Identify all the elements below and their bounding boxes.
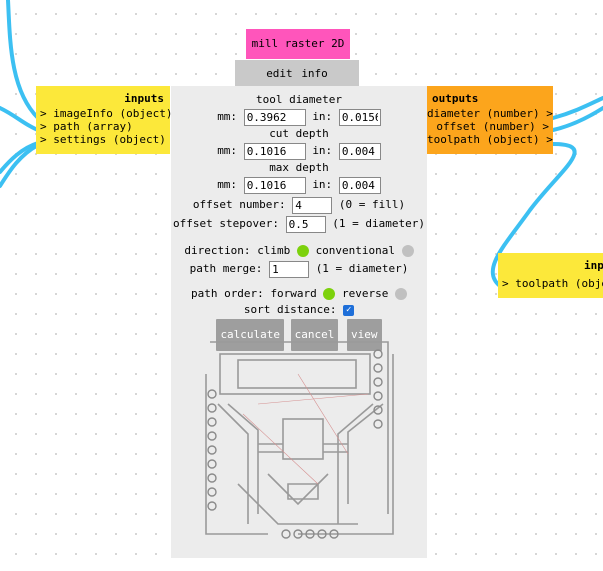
preview-trace — [210, 341, 389, 514]
input-port-settings[interactable]: > settings (object) — [36, 133, 170, 146]
offset-stepover-label: offset stepover: — [173, 217, 279, 230]
preview-trace — [287, 483, 319, 500]
direction-climb-label: climb — [257, 244, 291, 257]
tool-diameter-in-label: in: — [312, 110, 333, 123]
preview-trace — [227, 403, 259, 514]
cut-depth-mm-label: mm: — [217, 144, 238, 157]
sort-distance-label: sort distance: — [243, 303, 337, 316]
preview-trace — [237, 359, 357, 389]
preview-trace — [217, 403, 249, 524]
path-merge-label: path merge: — [189, 262, 263, 275]
offset-stepover-input[interactable] — [285, 215, 326, 233]
cut-depth-in-label: in: — [312, 144, 333, 157]
offset-stepover-hint: (1 = diameter) — [332, 217, 425, 230]
next-module-inputs-box: inp > toolpath (obje — [498, 253, 603, 298]
tool-diameter-mm-input[interactable] — [243, 108, 306, 126]
cut-depth-in-input[interactable] — [338, 142, 381, 160]
climb-radio-icon[interactable] — [296, 245, 309, 257]
outputs-box: outputs diameter (number) > offset (numb… — [427, 86, 553, 154]
output-port-toolpath[interactable]: toolpath (object) > — [427, 133, 553, 146]
inputs-header: inputs — [124, 92, 164, 105]
info-menu-item[interactable]: info — [301, 67, 328, 80]
module-menu: edit info collapse — [235, 60, 359, 107]
offset-number-label: offset number: — [192, 198, 286, 211]
output-port-offset[interactable]: offset (number) > — [427, 120, 553, 133]
tool-diameter-mm-label: mm: — [217, 110, 238, 123]
preview-trace — [347, 403, 384, 504]
preview-chip — [282, 418, 324, 460]
path-merge-hint: (1 = diameter) — [315, 262, 409, 275]
input-port-imageinfo[interactable]: > imageInfo (object) — [36, 107, 172, 120]
path-order-forward-label: forward — [270, 287, 317, 300]
module-title[interactable]: mill raster 2D — [246, 29, 350, 59]
max-depth-in-input[interactable] — [338, 176, 381, 194]
tool-diameter-label: tool diameter — [255, 93, 343, 106]
cut-depth-mm-input[interactable] — [243, 142, 306, 160]
next-module-inputs-header: inp — [584, 259, 603, 272]
conventional-radio-icon[interactable] — [401, 245, 414, 257]
path-order-reverse-label: reverse — [342, 287, 389, 300]
max-depth-mm-input[interactable] — [243, 176, 306, 194]
direction-conventional-label: conventional — [315, 244, 396, 257]
tool-diameter-in-input[interactable] — [338, 108, 381, 126]
preview-trace — [258, 443, 348, 453]
edit-menu-item[interactable]: edit — [266, 67, 293, 80]
path-merge-input[interactable] — [269, 260, 310, 278]
input-port-path[interactable]: > path (array) — [36, 120, 170, 133]
reverse-radio-icon[interactable] — [395, 288, 408, 300]
inputs-box: inputs > imageInfo (object) > path (arra… — [36, 86, 172, 154]
wire-out-right — [551, 96, 603, 120]
offset-number-hint: (0 = fill) — [338, 198, 406, 211]
max-depth-label: max depth — [269, 161, 329, 174]
direction-label: direction: — [184, 244, 251, 257]
toolpath-preview-image — [205, 341, 394, 539]
preview-trace — [337, 403, 374, 524]
output-port-diameter[interactable]: diameter (number) > — [427, 107, 553, 120]
path-order-label: path order: — [190, 287, 264, 300]
max-depth-in-label: in: — [312, 178, 333, 191]
wire-top-left — [6, 0, 40, 120]
max-depth-mm-label: mm: — [217, 178, 238, 191]
forward-radio-icon[interactable] — [323, 288, 336, 300]
outputs-header: outputs — [432, 92, 479, 105]
next-module-toolpath-port[interactable]: > toolpath (obje — [498, 272, 603, 290]
offset-number-input[interactable] — [292, 196, 333, 214]
cut-depth-label: cut depth — [269, 127, 329, 140]
sort-distance-checkbox[interactable]: ✓ — [343, 304, 355, 316]
